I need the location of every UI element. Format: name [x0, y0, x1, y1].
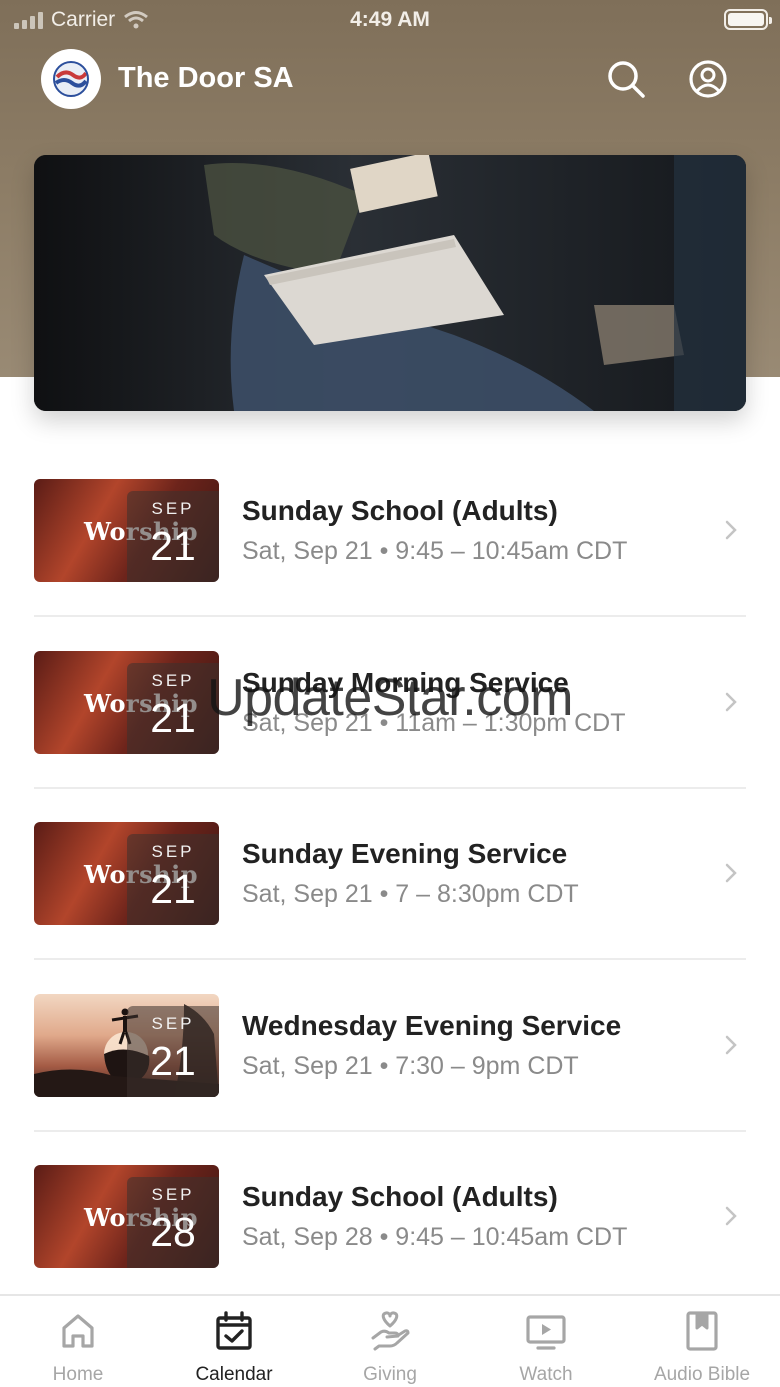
church-logo[interactable] — [41, 49, 101, 109]
date-month: SEP — [151, 499, 195, 518]
chevron-right-icon — [725, 692, 737, 711]
date-month: SEP — [151, 1013, 195, 1033]
event-title: Wednesday Evening Service — [242, 1009, 622, 1041]
chevron-right-icon — [725, 863, 737, 883]
event-title: Sunday School (Adults) — [242, 495, 558, 526]
tab-label: Home — [52, 1364, 104, 1385]
event-thumbnail: Worship SEP 28 — [34, 1165, 219, 1268]
chevron-right-icon — [725, 520, 737, 540]
date-badge: SEP 21 — [127, 834, 219, 925]
event-time: Sat, Sep 21 • 7 – 8:30pm CDT — [242, 880, 579, 908]
event-time: Sat, Sep 21 • 7:30 – 9pm CDT — [242, 1051, 579, 1080]
status-bar: Carrier 4:49 AM — [0, 0, 780, 40]
chevron-right-icon — [725, 1035, 737, 1054]
tab-audio-bible[interactable]: Audio Bible — [624, 1296, 780, 1387]
date-badge: SEP 21 — [127, 491, 219, 582]
tab-label: Giving — [363, 1364, 417, 1385]
event-row[interactable]: Worship SEP 21 Sunday Morning Service Sa… — [34, 650, 746, 823]
search-button[interactable] — [605, 58, 647, 100]
event-title: Sunday Evening Service — [242, 838, 568, 869]
events-list: Worship SEP 21 Sunday School (Adults) Sa… — [34, 479, 746, 1337]
event-row[interactable]: SEP 21 Wednesday Evening Service Sat, Se… — [34, 993, 746, 1166]
date-badge: SEP 21 — [127, 1005, 219, 1097]
date-month: SEP — [151, 1185, 195, 1204]
event-thumbnail: SEP 21 — [34, 993, 219, 1097]
date-day: 28 — [150, 1209, 196, 1255]
event-thumbnail: Worship SEP 21 — [34, 822, 219, 925]
row-divider — [34, 1129, 746, 1132]
event-title: Sunday School (Adults) — [242, 1181, 558, 1212]
row-divider — [34, 958, 746, 960]
date-day: 21 — [150, 866, 196, 912]
chevron-right-icon — [725, 1206, 737, 1226]
user-circle-icon — [689, 60, 727, 98]
date-day: 21 — [150, 523, 196, 569]
tab-label: Audio Bible — [653, 1364, 751, 1385]
calendar-icon — [216, 1311, 252, 1350]
app-title: The Door SA — [118, 62, 294, 94]
event-row[interactable]: Worship SEP 21 Sunday Evening Service Sa… — [34, 822, 746, 994]
event-thumbnail: Worship SEP 21 — [34, 479, 219, 582]
row-divider — [34, 786, 746, 789]
hero-image[interactable] — [34, 155, 746, 411]
globe-logo-icon — [53, 61, 89, 97]
date-badge: SEP 28 — [127, 1177, 219, 1268]
event-time: Sat, Sep 21 • 11am – 1:30pm CDT — [242, 708, 626, 737]
tab-label: Watch — [519, 1364, 573, 1385]
home-icon — [62, 1314, 94, 1348]
tab-label: Calendar — [195, 1364, 273, 1385]
event-time: Sat, Sep 28 • 9:45 – 10:45am CDT — [242, 1223, 628, 1251]
battery-icon — [724, 9, 772, 30]
watch-icon — [526, 1315, 566, 1350]
giving-icon — [371, 1311, 410, 1351]
tab-home[interactable]: Home — [0, 1296, 156, 1387]
event-thumbnail: Worship SEP 21 — [34, 650, 219, 754]
hero-photo — [34, 155, 746, 411]
date-day: 21 — [150, 1037, 196, 1084]
app-header: The Door SA — [0, 44, 780, 114]
profile-button[interactable] — [687, 58, 729, 100]
search-icon — [608, 61, 645, 98]
row-divider — [34, 615, 746, 617]
date-badge: SEP 21 — [127, 662, 219, 754]
tab-giving[interactable]: Giving — [312, 1296, 468, 1387]
tab-calendar[interactable]: Calendar — [156, 1296, 312, 1387]
audio-bible-icon — [686, 1311, 718, 1351]
event-row[interactable]: Worship SEP 21 Sunday School (Adults) Sa… — [34, 479, 746, 651]
event-title: Sunday Morning Service — [242, 666, 569, 698]
date-month: SEP — [151, 670, 195, 690]
date-month: SEP — [151, 842, 195, 861]
tab-bar: Home Calendar Giving Watch Audio Bible — [0, 1294, 780, 1387]
status-time: 4:49 AM — [350, 8, 430, 31]
date-day: 21 — [150, 694, 196, 741]
tab-watch[interactable]: Watch — [468, 1296, 624, 1387]
event-time: Sat, Sep 21 • 9:45 – 10:45am CDT — [242, 537, 628, 565]
